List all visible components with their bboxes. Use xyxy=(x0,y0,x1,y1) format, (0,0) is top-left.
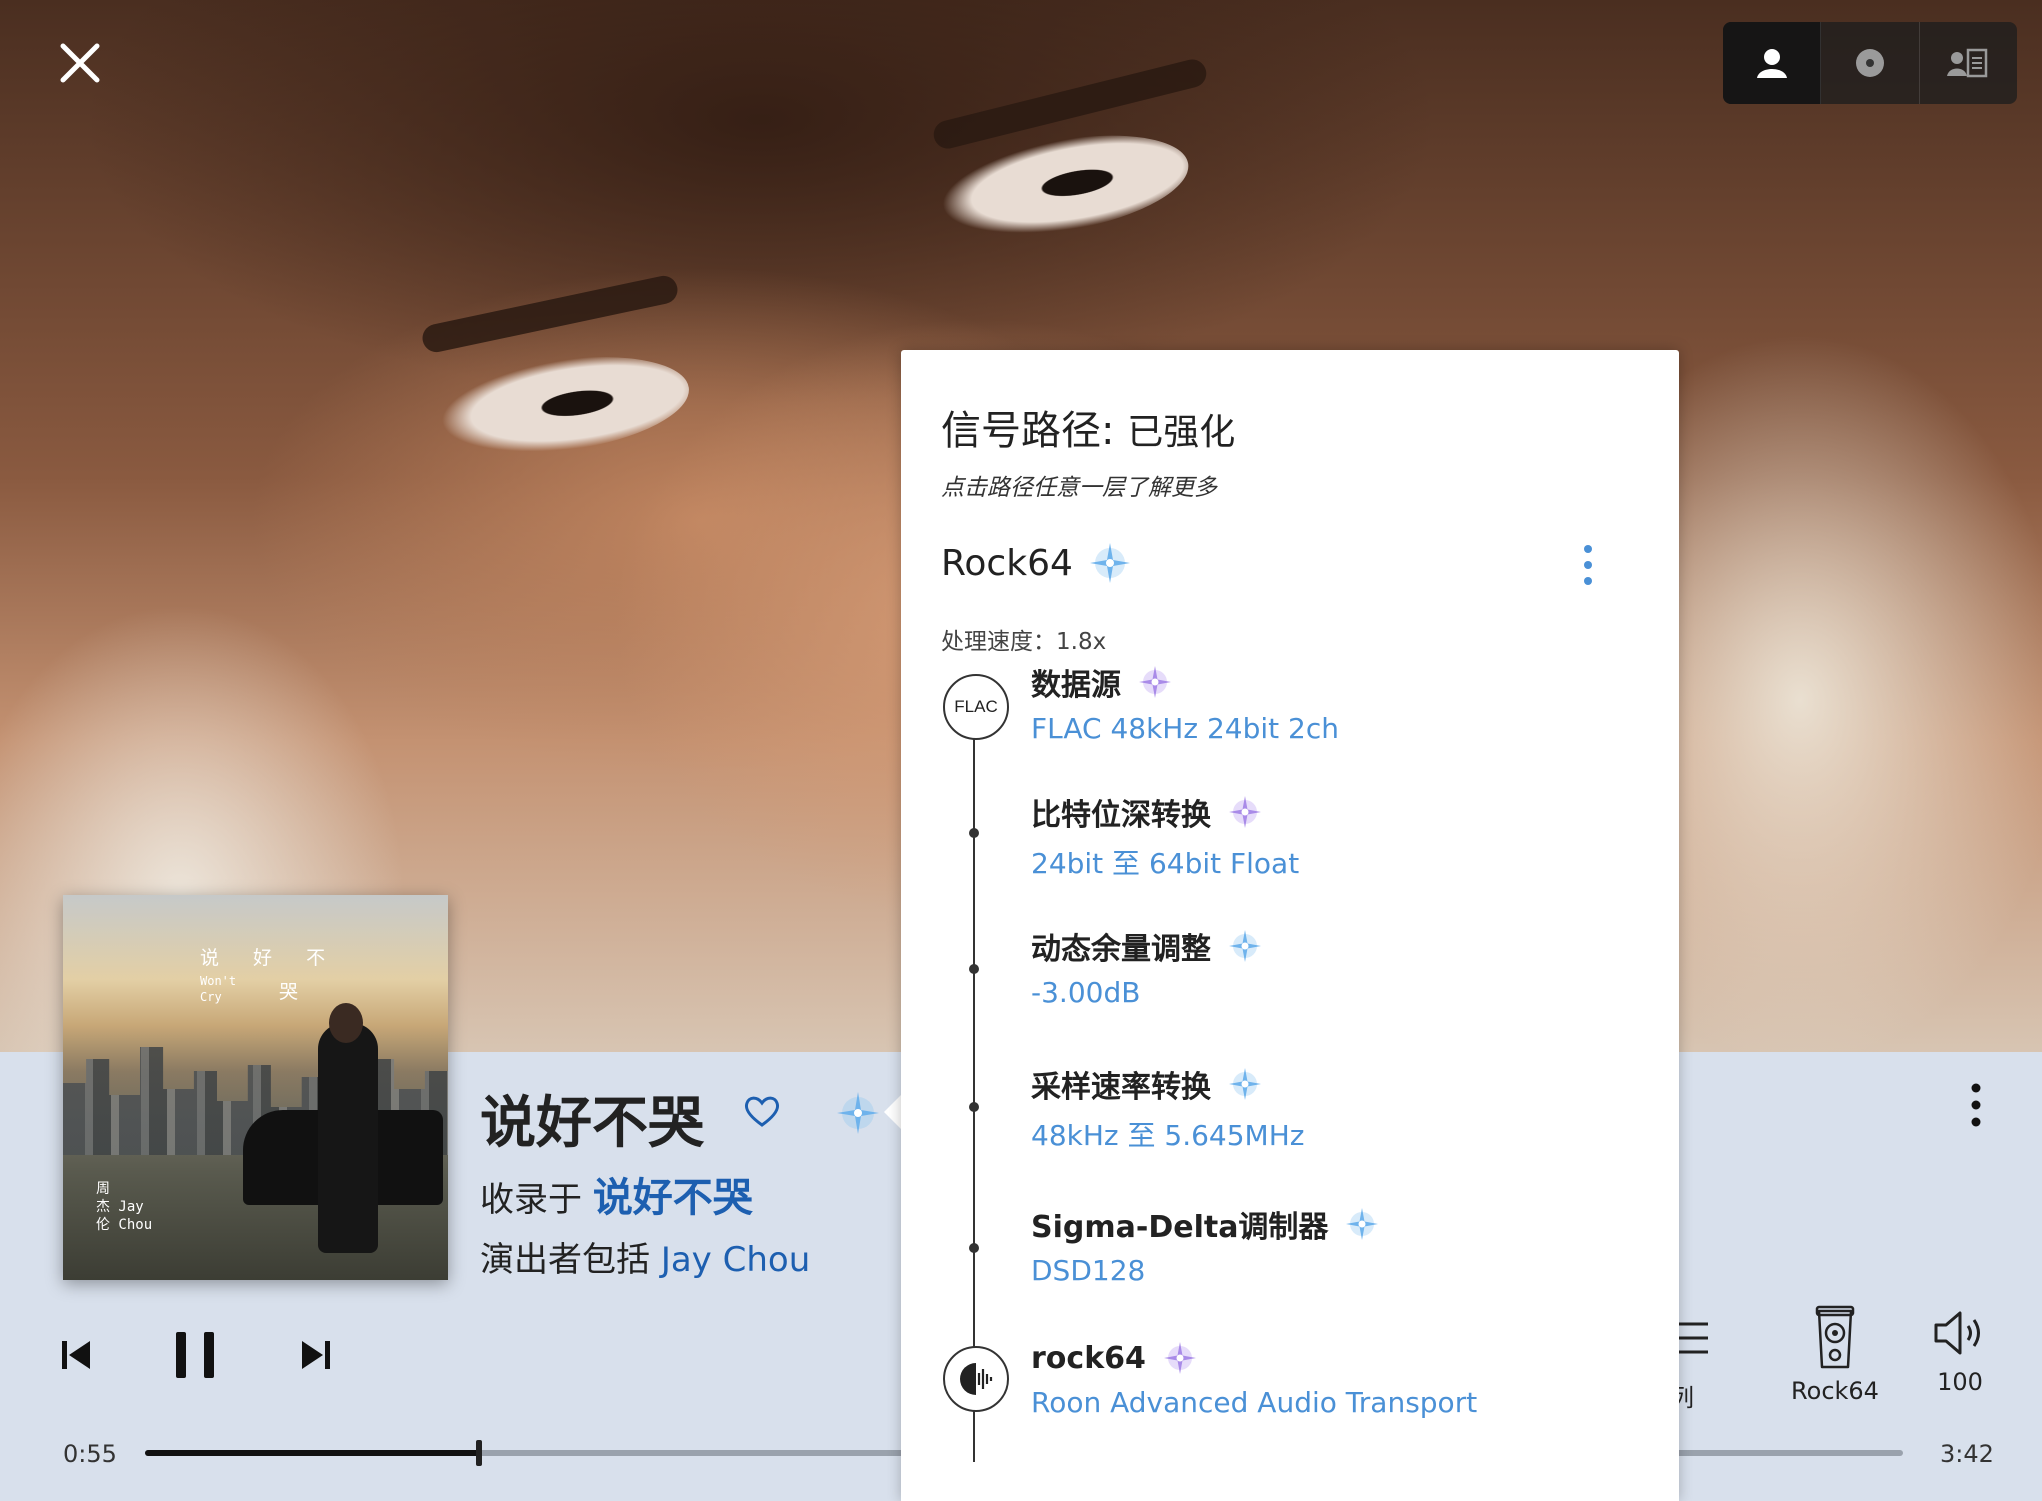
close-button[interactable] xyxy=(55,38,105,88)
sparkle-icon xyxy=(1089,543,1130,583)
zone-selector-button[interactable]: Rock64 xyxy=(1775,1305,1895,1405)
zone-label: Rock64 xyxy=(1791,1377,1879,1405)
signal-path-step[interactable]: rock64 Roon Advanced Audio Transport xyxy=(1031,1338,1478,1420)
signal-path-menu-button[interactable] xyxy=(1573,540,1603,590)
kebab-menu-icon xyxy=(1584,545,1592,585)
close-icon xyxy=(60,43,100,83)
sparkle-icon xyxy=(1346,1208,1379,1240)
roon-logo-icon xyxy=(960,1363,993,1395)
signal-path-step-name: 采样速率转换 xyxy=(1031,1062,1304,1106)
more-options-button[interactable] xyxy=(1958,1080,1994,1130)
signal-path-step[interactable]: 数据源 FLAC 48kHz 24bit 2ch xyxy=(1031,660,1339,745)
signal-path-title-label: 信号路径: xyxy=(941,408,1115,454)
seek-bar-progress xyxy=(145,1450,480,1456)
signal-path-step-label: 比特位深转换 xyxy=(1031,798,1211,833)
signal-path-step-name: Sigma-Delta调制器 xyxy=(1031,1202,1382,1246)
volume-button[interactable]: 100 xyxy=(1925,1308,1995,1408)
signal-path-step-label: rock64 xyxy=(1031,1340,1146,1376)
signal-path-node xyxy=(969,1243,979,1253)
person-icon xyxy=(1756,49,1787,78)
album-cover-figure-head xyxy=(329,1003,363,1043)
previous-button[interactable] xyxy=(60,1338,92,1372)
album-cover-subtitle: Won't Cry xyxy=(200,974,237,1004)
signal-path-step-detail: 24bit 至 64bit Float xyxy=(1031,847,1300,880)
signal-path-step-label: 动态余量调整 xyxy=(1031,932,1211,967)
next-button[interactable] xyxy=(300,1338,332,1372)
total-time: 3:42 xyxy=(1940,1440,1994,1468)
signal-path-step-name: rock64 xyxy=(1031,1338,1477,1378)
signal-path-step-name: 比特位深转换 xyxy=(1031,790,1299,834)
signal-path-step[interactable]: 比特位深转换 24bit 至 64bit Float xyxy=(1031,790,1299,882)
signal-path-quality-button[interactable] xyxy=(835,1090,881,1136)
pause-icon xyxy=(176,1332,214,1378)
signal-path-step-detail: -3.00dB xyxy=(1031,976,1141,1009)
view-artist-photo-button[interactable] xyxy=(1723,22,1822,104)
artist-line: 演出者包括 Jay Chou xyxy=(480,1232,810,1281)
roon-output-icon xyxy=(943,1346,1009,1412)
album-prefix: 收录于 xyxy=(480,1180,582,1220)
signal-path-step-label: 数据源 xyxy=(1031,668,1121,703)
photo-detail xyxy=(434,343,696,467)
photo-detail xyxy=(930,56,1210,152)
sparkle-icon xyxy=(1139,666,1171,698)
signal-path-node xyxy=(969,828,979,838)
album-cover-figure xyxy=(318,1023,378,1253)
track-title[interactable]: 说好不哭 xyxy=(480,1078,704,1159)
album-cover-title-2: 哭 xyxy=(279,981,299,1003)
view-album-button[interactable] xyxy=(1821,22,1920,104)
signal-path-step[interactable]: 动态余量调整 -3.00dB xyxy=(1031,924,1265,1009)
artist-prefix: 演出者包括 xyxy=(480,1240,650,1280)
signal-path-zone[interactable]: Rock64 xyxy=(941,540,1133,586)
signal-path-node xyxy=(969,1102,979,1112)
signal-path-step-name: 数据源 xyxy=(1031,660,1339,704)
sparkle-icon xyxy=(1229,930,1261,962)
artist-link[interactable]: Jay Chou xyxy=(661,1240,810,1280)
signal-path-status: 已强化 xyxy=(1127,412,1236,453)
signal-path-step-detail: 48kHz 至 5.645MHz xyxy=(1031,1119,1305,1152)
album-cover-title: 说 好 不 xyxy=(200,947,340,969)
seek-bar-handle[interactable] xyxy=(476,1440,483,1466)
signal-path-step-detail: Roon Advanced Audio Transport xyxy=(1031,1386,1478,1419)
album-cover[interactable]: 说 好 不 Won't Cry 哭 周 杰 Jay 伦 Chou xyxy=(63,895,448,1280)
popup-pointer xyxy=(884,1094,902,1130)
signal-path-title: 信号路径: 已强化 xyxy=(941,398,1235,456)
signal-path-step[interactable]: Sigma-Delta调制器 DSD128 xyxy=(1031,1202,1382,1287)
favorite-button[interactable] xyxy=(742,1091,782,1131)
view-artist-bio-button[interactable] xyxy=(1920,22,2017,104)
volume-icon xyxy=(1934,1311,1980,1355)
flac-source-icon: FLAC xyxy=(943,674,1009,740)
disc-icon xyxy=(1855,49,1884,77)
volume-value: 100 xyxy=(1937,1368,1983,1396)
elapsed-time: 0:55 xyxy=(63,1440,117,1468)
artist-bio-icon xyxy=(1947,48,1988,78)
kebab-menu-icon xyxy=(1971,1083,1981,1127)
signal-path-step-name: 动态余量调整 xyxy=(1031,924,1265,968)
sparkle-icon xyxy=(1163,1342,1196,1374)
signal-path-step-detail: FLAC 48kHz 24bit 2ch xyxy=(1031,712,1339,745)
sparkle-icon xyxy=(837,1092,879,1134)
speaker-icon xyxy=(1815,1305,1855,1369)
signal-path-step[interactable]: 采样速率转换 48kHz 至 5.645MHz xyxy=(1031,1062,1304,1154)
sparkle-icon xyxy=(1229,796,1261,828)
skip-previous-icon xyxy=(62,1341,90,1369)
processing-speed: 处理速度：1.8x xyxy=(941,629,1107,655)
signal-path-step-label: 采样速率转换 xyxy=(1031,1070,1211,1105)
signal-path-step-detail: DSD128 xyxy=(1031,1254,1146,1287)
view-switcher xyxy=(1723,22,2017,104)
signal-path-popup: 信号路径: 已强化 点击路径任意一层了解更多 Rock64 处理速度：1.8x … xyxy=(901,350,1679,1501)
album-line: 收录于 说好不哭 xyxy=(480,1165,753,1223)
album-cover-artist: 周 杰 Jay 伦 Chou xyxy=(96,1181,153,1233)
photo-detail xyxy=(419,273,681,355)
skip-next-icon xyxy=(302,1341,330,1369)
pause-button[interactable] xyxy=(174,1330,216,1380)
album-link[interactable]: 说好不哭 xyxy=(593,1175,753,1221)
signal-path-node xyxy=(969,964,979,974)
sparkle-icon xyxy=(1229,1068,1261,1100)
signal-path-step-label: Sigma-Delta调制器 xyxy=(1031,1210,1329,1245)
heart-outline-icon xyxy=(744,1096,780,1127)
signal-path-zone-name: Rock64 xyxy=(941,542,1073,584)
signal-path-hint: 点击路径任意一层了解更多 xyxy=(941,475,1217,501)
